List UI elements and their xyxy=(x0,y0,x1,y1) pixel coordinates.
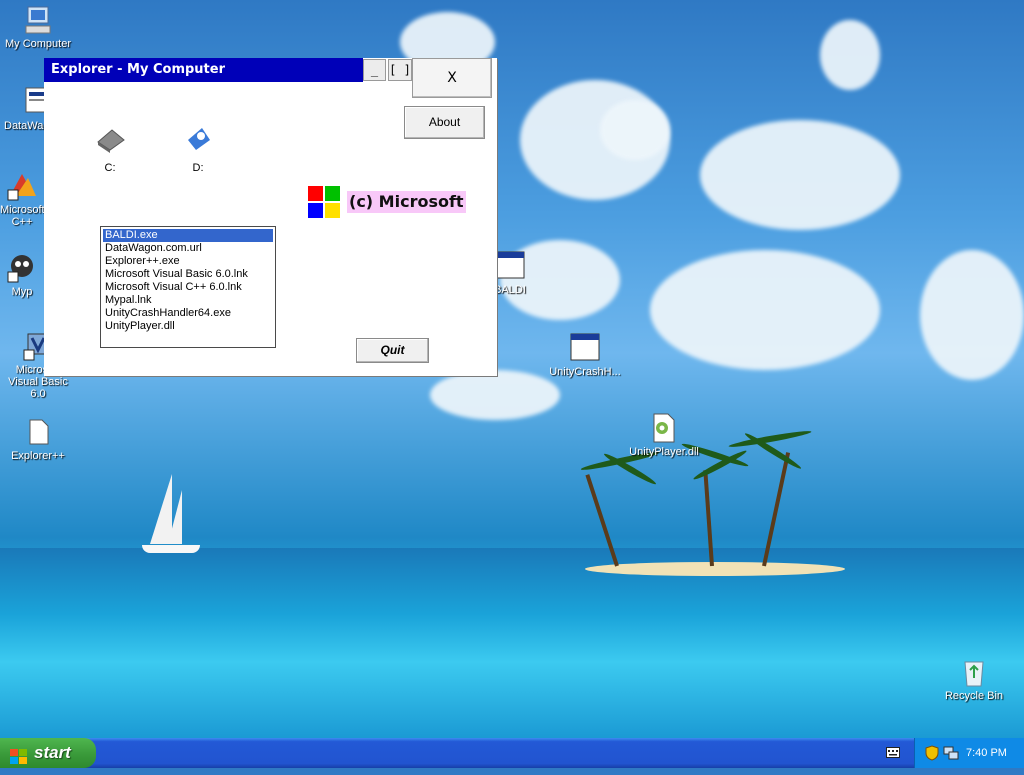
start-button[interactable]: start xyxy=(0,738,96,768)
desktop-icon-label: Explorer++ xyxy=(11,450,65,462)
network-icon[interactable] xyxy=(943,745,959,764)
desktop-icon-unitycrashhandler[interactable]: UnityCrashH... xyxy=(540,332,630,378)
explorer-window: Explorer - My Computer _ [ ] X About C: … xyxy=(44,58,497,376)
application-window-icon xyxy=(494,250,526,282)
desktop-icon-microsoft-cpp[interactable]: Microsoft C++ xyxy=(0,170,45,228)
application-window-icon xyxy=(569,332,601,364)
drive-c[interactable]: C: xyxy=(88,120,132,174)
file-listbox[interactable]: BALDI.exe DataWagon.com.url Explorer++.e… xyxy=(100,226,276,348)
microsoft-logo-icon xyxy=(308,186,340,218)
windows-logo-icon xyxy=(10,745,28,764)
mypal-icon xyxy=(6,252,38,284)
security-shield-icon[interactable] xyxy=(925,745,939,764)
desktop-icon-label: Microsoft C++ xyxy=(0,204,45,228)
desktop-icon-label: DataWag xyxy=(4,120,50,132)
cd-drive-icon xyxy=(176,120,220,156)
list-item[interactable]: DataWagon.com.url xyxy=(103,242,273,255)
taskbar-clock[interactable]: 7:40 PM xyxy=(966,738,1007,768)
desktop-icon-label: BALDI xyxy=(494,284,526,296)
minimize-button[interactable]: _ xyxy=(363,59,386,81)
visual-cpp-icon xyxy=(6,170,38,202)
keyboard-icon[interactable] xyxy=(886,747,900,758)
maximize-button[interactable]: [ ] xyxy=(388,59,412,81)
desktop-icon-label: Myp xyxy=(11,286,33,298)
desktop-icon-unityplayer[interactable]: UnityPlayer.dll xyxy=(622,412,706,458)
list-item[interactable]: UnityCrashHandler64.exe xyxy=(103,307,273,320)
desktop-icon-label: UnityCrashH... xyxy=(549,366,621,378)
list-item[interactable]: Microsoft Visual Basic 6.0.lnk xyxy=(103,268,273,281)
list-item[interactable]: Explorer++.exe xyxy=(103,255,273,268)
about-button[interactable]: About xyxy=(404,106,485,139)
desktop-icon-label: UnityPlayer.dll xyxy=(629,446,699,458)
list-item[interactable]: UnityPlayer.dll xyxy=(103,320,273,333)
desktop-icon-my-computer[interactable]: My Computer xyxy=(0,4,76,50)
copyright-text: (c) Microsoft xyxy=(347,191,466,213)
list-item[interactable]: BALDI.exe xyxy=(103,229,273,242)
close-button[interactable]: X xyxy=(412,58,492,98)
desktop-icon-explorerpp[interactable]: Explorer++ xyxy=(0,416,76,462)
desktop-icon-mypal[interactable]: Myp xyxy=(0,252,44,298)
desktop-icon-label: Recycle Bin xyxy=(944,690,1004,702)
desktop-icon-label: My Computer xyxy=(4,38,72,50)
recycle-bin-icon xyxy=(958,656,990,688)
desktop-icon-recycle-bin[interactable]: Recycle Bin xyxy=(936,656,1012,702)
window-titlebar[interactable]: Explorer - My Computer xyxy=(44,58,363,82)
dll-file-icon xyxy=(648,412,680,444)
folder-icon xyxy=(22,416,54,448)
start-label: start xyxy=(34,743,71,762)
list-item[interactable]: Mypal.lnk xyxy=(103,294,273,307)
drive-d[interactable]: D: xyxy=(176,120,220,174)
taskbar: start 7:40 PM xyxy=(0,738,1024,768)
quit-button[interactable]: Quit xyxy=(356,338,429,363)
hard-drive-icon xyxy=(88,120,132,156)
computer-icon xyxy=(22,4,54,36)
drive-label: D: xyxy=(192,162,204,174)
drive-label: C: xyxy=(104,162,116,174)
window-title: Explorer - My Computer xyxy=(51,62,226,77)
list-item[interactable]: Microsoft Visual C++ 6.0.lnk xyxy=(103,281,273,294)
